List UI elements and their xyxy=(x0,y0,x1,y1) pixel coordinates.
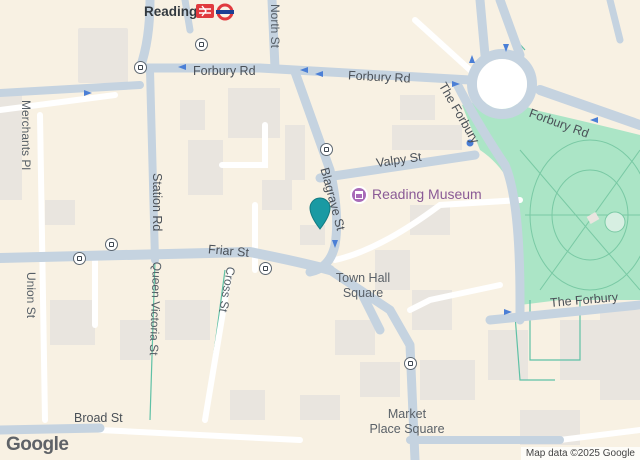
bus-stop-icon[interactable] xyxy=(195,38,208,51)
street-label-broad-st: Broad St xyxy=(74,411,123,425)
google-logo[interactable]: Google xyxy=(6,434,69,456)
bus-stop-icon[interactable] xyxy=(105,238,118,251)
street-label-north-st: North St xyxy=(268,4,282,49)
place-label-town-hall-square: Town Hall Square xyxy=(330,271,396,301)
map-canvas[interactable] xyxy=(0,0,640,460)
place-label-line: Town Hall xyxy=(335,271,391,285)
place-label-line: Place Square xyxy=(369,422,445,436)
place-label-line: Square xyxy=(342,286,384,300)
street-label-forbury-rd: Forbury Rd xyxy=(193,64,256,78)
museum-icon[interactable] xyxy=(350,186,368,204)
location-pin-icon[interactable] xyxy=(307,196,333,230)
bus-stop-icon[interactable] xyxy=(320,143,333,156)
street-label-union-st: Union St xyxy=(24,272,38,319)
map-attribution[interactable]: Map data ©2025 Google xyxy=(520,447,640,460)
national-rail-icon xyxy=(196,4,214,18)
bus-stop-icon[interactable] xyxy=(73,252,86,265)
street-label-merchants-pl: Merchants Pl xyxy=(19,100,33,171)
bus-stop-icon[interactable] xyxy=(404,357,417,370)
street-label-station-rd: Station Rd xyxy=(150,173,164,232)
bus-stop-icon[interactable] xyxy=(259,262,272,275)
bus-stop-icon[interactable] xyxy=(134,61,147,74)
poi-label-reading-museum[interactable]: Reading Museum xyxy=(372,186,482,202)
place-label-line: Market xyxy=(387,407,427,421)
place-label-market-place: Market Place Square xyxy=(357,407,457,437)
roundabout xyxy=(467,49,537,119)
station-label[interactable]: Reading xyxy=(144,4,197,19)
underground-icon xyxy=(216,3,234,21)
